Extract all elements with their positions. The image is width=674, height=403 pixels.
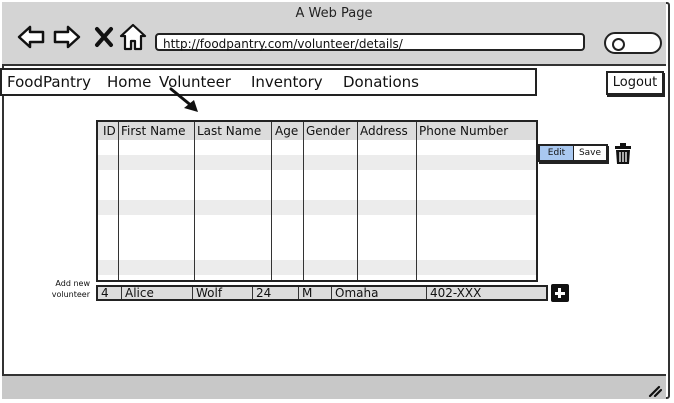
save-button[interactable]: Save xyxy=(574,146,606,160)
status-bar xyxy=(2,374,666,399)
col-header-phone[interactable]: Phone Number xyxy=(419,124,508,138)
pointer-arrow-icon xyxy=(169,87,198,112)
home-icon[interactable] xyxy=(118,22,148,52)
search-icon xyxy=(612,38,625,51)
new-age-field[interactable]: 24 xyxy=(252,287,271,299)
nav-inventory[interactable]: Inventory xyxy=(251,72,323,92)
plus-icon[interactable] xyxy=(551,284,569,302)
nav-bar: FoodPantry Home Volunteer Inventory Dona… xyxy=(0,68,537,96)
nav-home[interactable]: Home xyxy=(107,72,151,92)
volunteer-table: ID First Name Last Name Age Gender Addre… xyxy=(96,120,538,282)
resize-grip-icon[interactable] xyxy=(646,383,662,397)
new-last-name-field[interactable]: Wolf xyxy=(192,287,222,299)
add-volunteer-row: 4 Alice Wolf 24 M Omaha 402-XXX xyxy=(96,285,548,301)
logout-button[interactable]: Logout xyxy=(606,71,664,95)
col-header-first-name[interactable]: First Name xyxy=(121,124,185,138)
table-row[interactable] xyxy=(98,200,536,215)
new-first-name-field[interactable]: Alice xyxy=(121,287,154,299)
search-field[interactable] xyxy=(604,32,662,54)
add-volunteer-label: Add new volunteer xyxy=(51,279,90,299)
nav-donations[interactable]: Donations xyxy=(343,72,419,92)
forward-arrow-icon[interactable] xyxy=(52,22,82,52)
edit-button[interactable]: Edit xyxy=(540,146,574,160)
close-x-icon[interactable] xyxy=(90,22,120,52)
browser-titlebar: A Web Page http://foodpantry.com/volunte… xyxy=(2,2,666,66)
back-arrow-icon[interactable] xyxy=(16,22,46,52)
col-header-address[interactable]: Address xyxy=(360,124,408,138)
address-bar[interactable]: http://foodpantry.com/volunteer/details/ xyxy=(155,33,585,51)
table-row[interactable] xyxy=(98,260,536,275)
new-address-field[interactable]: Omaha xyxy=(331,287,378,299)
col-header-id[interactable]: ID xyxy=(103,124,116,138)
new-gender-field[interactable]: M xyxy=(298,287,312,299)
brand-link[interactable]: FoodPantry xyxy=(7,72,91,92)
col-header-gender[interactable]: Gender xyxy=(306,124,350,138)
col-header-last-name[interactable]: Last Name xyxy=(197,124,261,138)
table-row[interactable] xyxy=(98,155,536,170)
edit-save-toggle: Edit Save xyxy=(538,144,608,162)
window-title: A Web Page xyxy=(295,6,373,21)
new-phone-field[interactable]: 402-XXX xyxy=(426,287,481,299)
col-header-age[interactable]: Age xyxy=(275,124,298,138)
new-id-field[interactable]: 4 xyxy=(98,287,109,299)
trash-icon[interactable] xyxy=(613,143,633,165)
